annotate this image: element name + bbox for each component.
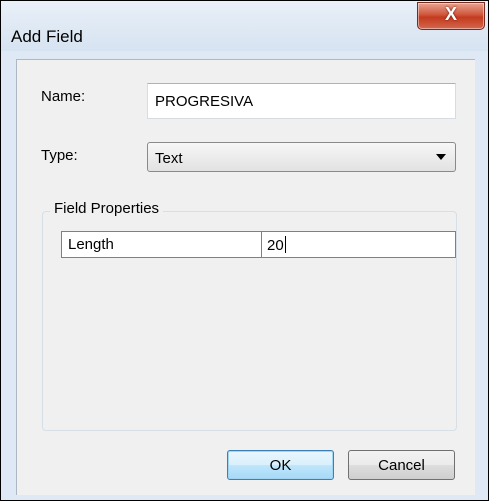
dialog-title: Add Field <box>11 27 83 46</box>
property-name-cell[interactable]: Length <box>62 232 262 257</box>
chevron-down-icon[interactable] <box>436 154 446 160</box>
close-button[interactable]: X <box>417 2 485 30</box>
type-label: Type: <box>41 147 78 164</box>
name-label: Name: <box>41 88 86 105</box>
name-input[interactable]: PROGRESIVA <box>147 83 456 119</box>
add-field-dialog: Add Field X Name: PROGRESIVA Type: Text … <box>0 0 489 501</box>
field-properties-title: Field Properties <box>50 200 164 217</box>
dialog-body: Name: PROGRESIVA Type: Text Field Proper… <box>16 59 475 495</box>
title-bar[interactable]: Add Field X <box>1 1 488 51</box>
close-icon: X <box>444 4 457 24</box>
property-value-cell[interactable]: 20 <box>262 232 455 261</box>
field-properties-grid: Length 20 <box>61 231 456 258</box>
type-dropdown[interactable]: Text <box>147 142 456 172</box>
text-caret <box>284 236 286 253</box>
ok-button[interactable]: OK <box>227 450 334 480</box>
type-selected-value: Text <box>155 150 183 167</box>
length-value: 20 <box>267 237 284 254</box>
cancel-button[interactable]: Cancel <box>348 450 455 480</box>
